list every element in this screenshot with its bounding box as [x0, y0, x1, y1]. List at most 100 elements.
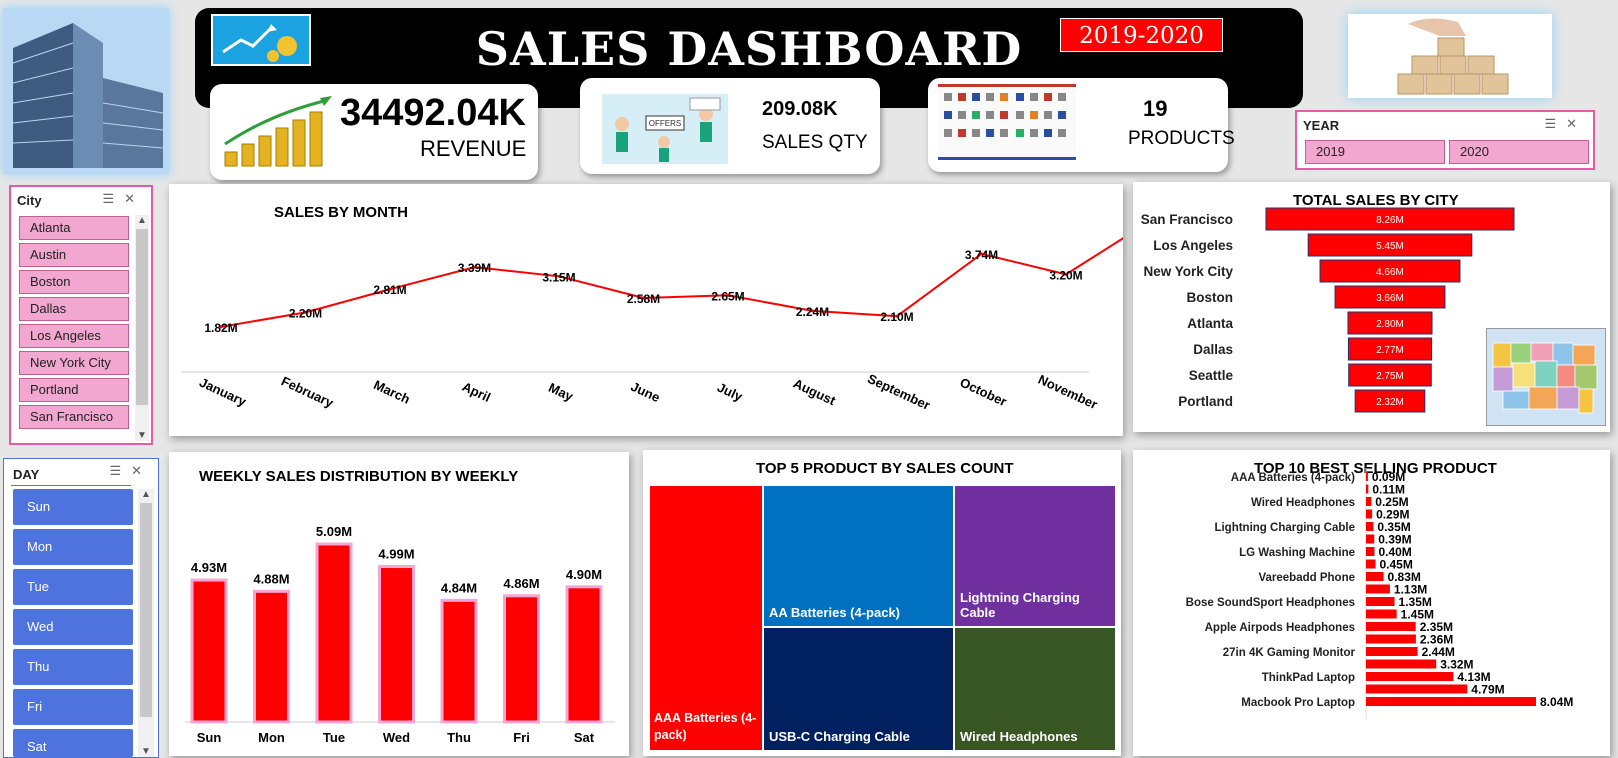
top10-bar: [1366, 697, 1536, 706]
week-data-label: 4.86M: [503, 576, 539, 591]
city-tick-label: Portland: [1178, 394, 1233, 409]
top10-tick-label: Apple Airpods Headphones: [1205, 622, 1355, 634]
city-bar-label: 4.66M: [1376, 267, 1404, 278]
month-series-line: [220, 237, 1123, 328]
city-slicer-label: City: [17, 193, 42, 208]
sales-by-month-chart: 1.82M January 2.20M February 2.81M March 3.39M…: [181, 237, 1123, 413]
day-option-thu[interactable]: Thu: [13, 649, 133, 685]
top10-tick-label: Wired Headphones: [1251, 497, 1355, 509]
top10-bar: [1366, 497, 1372, 506]
products-value: 19: [1143, 96, 1168, 121]
month-data-label: 2.65M: [711, 289, 744, 303]
year-slicer-label: YEAR: [1303, 118, 1340, 133]
treemap-label-lightning-cable: Lightning Charging Cable: [960, 590, 1080, 620]
day-option-fri[interactable]: Fri: [13, 689, 133, 725]
month-data-label: 2.24M: [796, 305, 829, 319]
month-data-label: 1.82M: [204, 321, 237, 335]
city-option-austin[interactable]: Austin: [19, 243, 129, 267]
top10-bar: [1366, 559, 1376, 569]
scroll-down-icon[interactable]: ▼: [137, 430, 147, 441]
scroll-up-icon[interactable]: ▲: [141, 489, 151, 500]
week-data-label: 4.84M: [441, 580, 477, 595]
multi-select-icon[interactable]: ☰: [102, 191, 124, 206]
year-option-2020[interactable]: 2020: [1449, 140, 1589, 164]
treemap-label-wired-headphones: Wired Headphones: [960, 729, 1078, 744]
top10-bar: [1366, 522, 1374, 531]
clear-filter-icon[interactable]: ✕: [131, 463, 152, 478]
coins-growth-icon: [224, 96, 332, 167]
top10-bar: [1366, 622, 1416, 631]
week-tick-label: Sun: [197, 730, 222, 745]
week-data-label: 4.90M: [566, 567, 602, 582]
city-tick-label: New York City: [1143, 264, 1233, 279]
city-tick-label: Los Angeles: [1153, 238, 1233, 253]
day-scroll-thumb[interactable]: [140, 503, 152, 717]
city-option-portland[interactable]: Portland: [19, 378, 129, 402]
top10-bar: [1366, 597, 1395, 606]
month-data-label: 2.58M: [627, 292, 660, 306]
sales-qty-value: 209.08K: [762, 98, 838, 120]
top10-bar: [1366, 534, 1375, 544]
treemap-tile-lightning-cable: Lightning Charging Cable: [955, 486, 1115, 626]
month-tick-label: March: [371, 377, 412, 407]
sales-by-city-chart: 8.26M San Francisco 5.45M Los Angeles 4.66M N…: [1141, 207, 1515, 413]
city-option-los-angeles[interactable]: Los Angeles: [19, 324, 129, 348]
month-tick-label: April: [460, 379, 493, 405]
week-tick-label: Wed: [383, 730, 410, 745]
top10-bar: [1366, 684, 1468, 694]
kpi-revenue-card: 34492.04K REVENUE: [210, 84, 538, 180]
scroll-down-icon[interactable]: ▼: [141, 746, 151, 757]
day-option-wed[interactable]: Wed: [13, 609, 133, 645]
top10-tick-label: 27in 4K Gaming Monitor: [1223, 647, 1356, 659]
offers-sign: OFFERS: [649, 119, 681, 128]
top10-bar: [1366, 472, 1368, 481]
top10-bar: [1366, 509, 1373, 519]
day-scrollbar[interactable]: ▲ ▼: [138, 489, 154, 757]
treemap-tile-aaa-batteries: AAA Batteries (4-pack): [650, 486, 762, 750]
city-option-dallas[interactable]: Dallas: [19, 297, 129, 321]
week-tick-label: Sat: [574, 730, 595, 745]
month-data-label: 2.20M: [289, 306, 322, 320]
clear-filter-icon[interactable]: ✕: [124, 191, 145, 206]
treemap-label-aaa-batteries: AAA Batteries (4-pack): [654, 711, 757, 742]
city-scroll-thumb[interactable]: [136, 229, 148, 405]
wooden-blocks-photo: [1348, 14, 1552, 98]
city-slicer: City ☰✕ Atlanta Austin Boston Dallas Los…: [9, 185, 153, 445]
city-option-new-york-city[interactable]: New York City: [19, 351, 129, 375]
top10-tick-label: Macbook Pro Laptop: [1241, 697, 1355, 709]
top10-bar: [1366, 584, 1390, 594]
week-tick-label: Thu: [447, 730, 471, 745]
city-scrollbar[interactable]: ▲ ▼: [135, 215, 149, 441]
city-option-atlanta[interactable]: Atlanta: [19, 216, 129, 240]
year-option-2019[interactable]: 2019: [1305, 140, 1445, 164]
top5-products-panel: TOP 5 PRODUCT BY SALES COUNT AAA Batteri…: [643, 450, 1121, 756]
city-bar-label: 8.26M: [1376, 215, 1404, 226]
treemap-label-usb-c-cable: USB-C Charging Cable: [769, 729, 910, 744]
day-option-sun[interactable]: Sun: [13, 489, 133, 525]
treemap-label-aa-batteries: AA Batteries (4-pack): [769, 605, 901, 620]
week-tick-label: Mon: [258, 730, 285, 745]
month-data-label: 3.39M: [458, 261, 491, 275]
clear-filter-icon[interactable]: ✕: [1566, 116, 1587, 131]
top10-data-label: 8.04M: [1540, 695, 1573, 709]
city-option-boston[interactable]: Boston: [19, 270, 129, 294]
top10-tick-label: ThinkPad Laptop: [1262, 672, 1355, 684]
week-bar: [378, 565, 415, 724]
day-option-mon[interactable]: Mon: [13, 529, 133, 565]
month-data-label: 2.81M: [373, 283, 406, 297]
multi-select-icon[interactable]: ☰: [1544, 116, 1566, 131]
city-tick-label: Seattle: [1189, 368, 1234, 383]
day-slicer-label: DAY: [13, 467, 40, 482]
week-bar: [190, 578, 228, 724]
city-tick-label: Boston: [1187, 290, 1234, 305]
scroll-up-icon[interactable]: ▲: [137, 215, 147, 226]
week-bar: [503, 594, 540, 724]
day-option-tue[interactable]: Tue: [13, 569, 133, 605]
month-tick-label: November: [1036, 372, 1100, 412]
top10-bar: [1366, 647, 1418, 656]
day-option-sat[interactable]: Sat: [13, 729, 133, 757]
city-option-san-francisco[interactable]: San Francisco: [19, 405, 129, 429]
top10-bar: [1366, 572, 1384, 581]
multi-select-icon[interactable]: ☰: [109, 463, 131, 478]
top10-bar: [1366, 609, 1397, 619]
